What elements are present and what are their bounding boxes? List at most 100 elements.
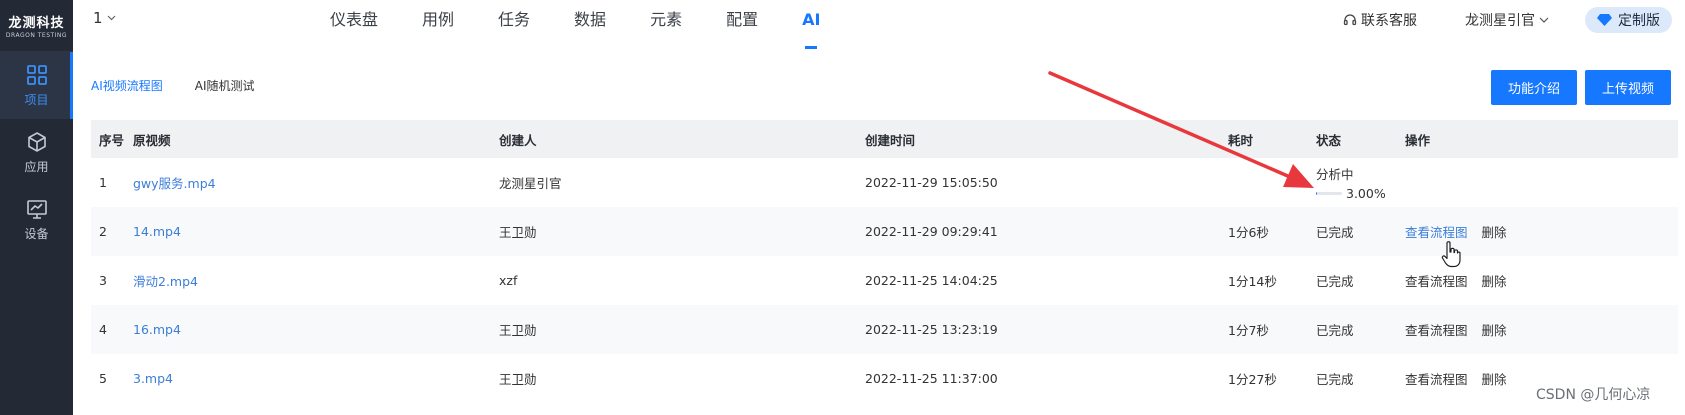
top-header: 1 仪表盘 用例 任务 数据 元素 配置 AI 联系客服 龙测星引官 定制版 — [73, 0, 1685, 52]
main-content: AI视频流程图 AI随机测试 功能介绍 上传视频 序号 原视频 创建人 创建时间… — [73, 52, 1685, 415]
col-header-video: 原视频 — [133, 132, 171, 148]
hand-cursor-icon — [1441, 241, 1461, 268]
sidebar-item-label: 应用 — [24, 159, 49, 174]
row-no: 2 — [99, 224, 107, 239]
row-time: 2022-11-25 11:37:00 — [865, 371, 998, 386]
chevron-down-icon — [1539, 17, 1549, 23]
nav-elements[interactable]: 元素 — [650, 0, 682, 52]
sidebar: 龙测科技 DRAGON TESTING 项目 应用 设备 — [0, 0, 73, 415]
row-time: 2022-11-29 09:29:41 — [865, 224, 998, 239]
row-status: 分析中 3.00% — [1316, 158, 1405, 207]
table-row: 5 3.mp4 王卫勋 2022-11-25 11:37:00 1分27秒 已完… — [91, 354, 1678, 403]
view-flowchart-link[interactable]: 查看流程图 — [1405, 225, 1468, 240]
row-creator: xzf — [499, 273, 518, 288]
row-status: 已完成 — [1316, 274, 1354, 289]
sidebar-item-label: 项目 — [24, 92, 49, 107]
monitor-icon — [26, 199, 47, 219]
video-link[interactable]: 16.mp4 — [133, 305, 499, 354]
video-table: 序号 原视频 创建人 创建时间 耗时 状态 操作 1 gwy服务.mp4 龙测星… — [91, 120, 1678, 403]
content-panel: AI视频流程图 AI随机测试 功能介绍 上传视频 序号 原视频 创建人 创建时间… — [73, 52, 1685, 415]
col-header-time: 创建时间 — [865, 132, 916, 148]
sidebar-item-device[interactable]: 设备 — [0, 186, 73, 253]
view-flowchart-link[interactable]: 查看流程图 — [1405, 274, 1468, 289]
nav-config[interactable]: 配置 — [726, 0, 758, 52]
user-menu[interactable]: 龙测星引官 — [1465, 10, 1549, 30]
col-header-duration: 耗时 — [1228, 132, 1254, 148]
row-duration: 1分6秒 — [1228, 225, 1269, 240]
sidebar-item-project[interactable]: 项目 — [0, 52, 73, 119]
sidebar-item-label: 设备 — [24, 226, 49, 241]
view-flowchart-link[interactable]: 查看流程图 — [1405, 372, 1468, 387]
row-status: 已完成 — [1316, 225, 1354, 240]
row-status: 已完成 — [1316, 372, 1354, 387]
table-row: 1 gwy服务.mp4 龙测星引官 2022-11-29 15:05:50 分析… — [91, 158, 1678, 207]
table-header-row: 序号 原视频 创建人 创建时间 耗时 状态 操作 — [91, 120, 1678, 158]
user-name: 龙测星引官 — [1465, 13, 1535, 29]
tab-ai-random-test[interactable]: AI随机测试 — [195, 77, 255, 94]
video-link[interactable]: 3.mp4 — [133, 354, 499, 403]
delete-link[interactable]: 删除 — [1482, 323, 1507, 338]
sub-tabs: AI视频流程图 AI随机测试 — [91, 77, 255, 94]
row-creator: 王卫勋 — [499, 372, 537, 387]
row-no: 5 — [99, 371, 107, 386]
nav-tasks[interactable]: 任务 — [498, 0, 530, 52]
upload-video-button[interactable]: 上传视频 — [1585, 70, 1671, 105]
delete-link[interactable]: 删除 — [1482, 372, 1507, 387]
nav-data[interactable]: 数据 — [574, 0, 606, 52]
project-select[interactable]: 1 — [93, 9, 116, 27]
edition-badge[interactable]: 定制版 — [1585, 7, 1672, 33]
row-no: 3 — [99, 273, 107, 288]
row-no: 1 — [99, 175, 107, 190]
row-status: 已完成 — [1316, 323, 1354, 338]
video-link[interactable]: 滑动2.mp4 — [133, 256, 499, 305]
nav-cases[interactable]: 用例 — [422, 0, 454, 52]
row-actions: 查看流程图 删除 — [1405, 305, 1678, 354]
col-header-actions: 操作 — [1405, 132, 1431, 148]
delete-link[interactable]: 删除 — [1482, 274, 1507, 289]
view-flowchart-link[interactable]: 查看流程图 — [1405, 323, 1468, 338]
main-nav: 仪表盘 用例 任务 数据 元素 配置 AI — [330, 0, 864, 52]
row-time: 2022-11-25 14:04:25 — [865, 273, 998, 288]
brand-logo: 龙测科技 DRAGON TESTING — [0, 0, 73, 52]
diamond-icon — [1597, 14, 1612, 26]
headset-icon — [1343, 14, 1357, 26]
app-window: 龙测科技 DRAGON TESTING 项目 应用 设备 1 仪表盘 用例 任务… — [0, 0, 1685, 415]
edition-label: 定制版 — [1618, 13, 1660, 29]
row-creator: 王卫勋 — [499, 225, 537, 240]
grid-icon — [26, 64, 47, 85]
table-row: 2 14.mp4 王卫勋 2022-11-29 09:29:41 1分6秒 已完… — [91, 207, 1678, 256]
table-row: 3 滑动2.mp4 xzf 2022-11-25 14:04:25 1分14秒 … — [91, 256, 1678, 305]
chevron-down-icon — [107, 15, 115, 21]
video-link[interactable]: 14.mp4 — [133, 207, 499, 256]
progress-text: 3.00% — [1346, 186, 1386, 201]
row-actions — [1405, 158, 1678, 207]
col-header-status: 状态 — [1316, 132, 1342, 148]
cube-icon — [27, 131, 46, 152]
logo-text: 龙测科技 — [8, 16, 65, 31]
analyzing-status: 分析中 3.00% — [1316, 164, 1405, 201]
row-creator: 龙测星引官 — [499, 176, 562, 191]
row-duration: 1分27秒 — [1228, 372, 1277, 387]
progress-bar — [1316, 192, 1342, 195]
contact-service-label: 联系客服 — [1361, 13, 1417, 29]
status-text: 分析中 — [1316, 167, 1354, 182]
nav-dashboard[interactable]: 仪表盘 — [330, 0, 378, 52]
row-creator: 王卫勋 — [499, 323, 537, 338]
watermark: CSDN @几何心凉 — [1536, 387, 1651, 403]
row-time: 2022-11-25 13:23:19 — [865, 322, 998, 337]
table-row: 4 16.mp4 王卫勋 2022-11-25 13:23:19 1分7秒 已完… — [91, 305, 1678, 354]
row-duration — [1228, 158, 1316, 207]
sidebar-item-app[interactable]: 应用 — [0, 119, 73, 186]
contact-service-link[interactable]: 联系客服 — [1343, 10, 1417, 30]
project-select-value: 1 — [93, 9, 103, 27]
delete-link[interactable]: 删除 — [1482, 225, 1507, 240]
progress-fill — [1316, 192, 1317, 195]
col-header-no: 序号 — [99, 132, 125, 148]
tab-ai-video-flow[interactable]: AI视频流程图 — [91, 77, 163, 94]
logo-subtext: DRAGON TESTING — [5, 32, 68, 39]
row-duration: 1分14秒 — [1228, 274, 1277, 289]
video-link[interactable]: gwy服务.mp4 — [133, 158, 499, 207]
nav-ai[interactable]: AI — [802, 0, 820, 52]
feature-intro-button[interactable]: 功能介绍 — [1491, 70, 1577, 105]
row-duration: 1分7秒 — [1228, 323, 1269, 338]
